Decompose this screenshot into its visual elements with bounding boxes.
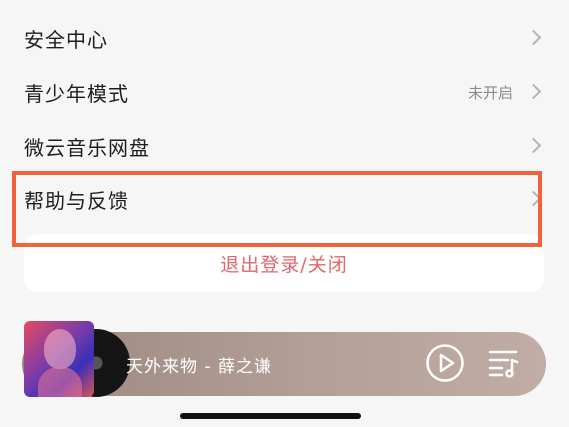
chevron-right-icon — [525, 137, 542, 154]
settings-item-label: 青少年模式 — [24, 81, 129, 106]
playlist-button[interactable] — [488, 348, 520, 378]
settings-item-help-feedback[interactable]: 帮助与反馈 — [0, 172, 569, 226]
play-circle-icon — [426, 344, 464, 382]
settings-item-label: 微云音乐网盘 — [24, 135, 150, 160]
settings-item-weiyun-disk[interactable]: 微云音乐网盘 — [0, 119, 569, 173]
logout-button[interactable]: 退出登录/关闭 — [24, 234, 544, 292]
chevron-right-icon — [525, 83, 542, 100]
teen-mode-status: 未开启 — [467, 83, 513, 102]
chevron-right-icon — [525, 190, 542, 207]
playlist-icon — [488, 350, 519, 378]
home-indicator[interactable] — [180, 413, 361, 419]
settings-item-teen-mode[interactable]: 青少年模式 未开启 — [0, 65, 569, 119]
settings-item-security-center[interactable]: 安全中心 — [0, 11, 569, 65]
logout-label: 退出登录/关闭 — [220, 253, 348, 276]
play-button[interactable] — [425, 343, 465, 383]
settings-item-label: 帮助与反馈 — [24, 188, 129, 213]
now-playing-title[interactable]: 天外来物 - 薛之谦 — [126, 352, 272, 377]
album-art-group[interactable] — [24, 321, 130, 397]
settings-item-label: 安全中心 — [24, 27, 108, 52]
chevron-right-icon — [525, 29, 542, 46]
album-cover — [24, 321, 94, 397]
